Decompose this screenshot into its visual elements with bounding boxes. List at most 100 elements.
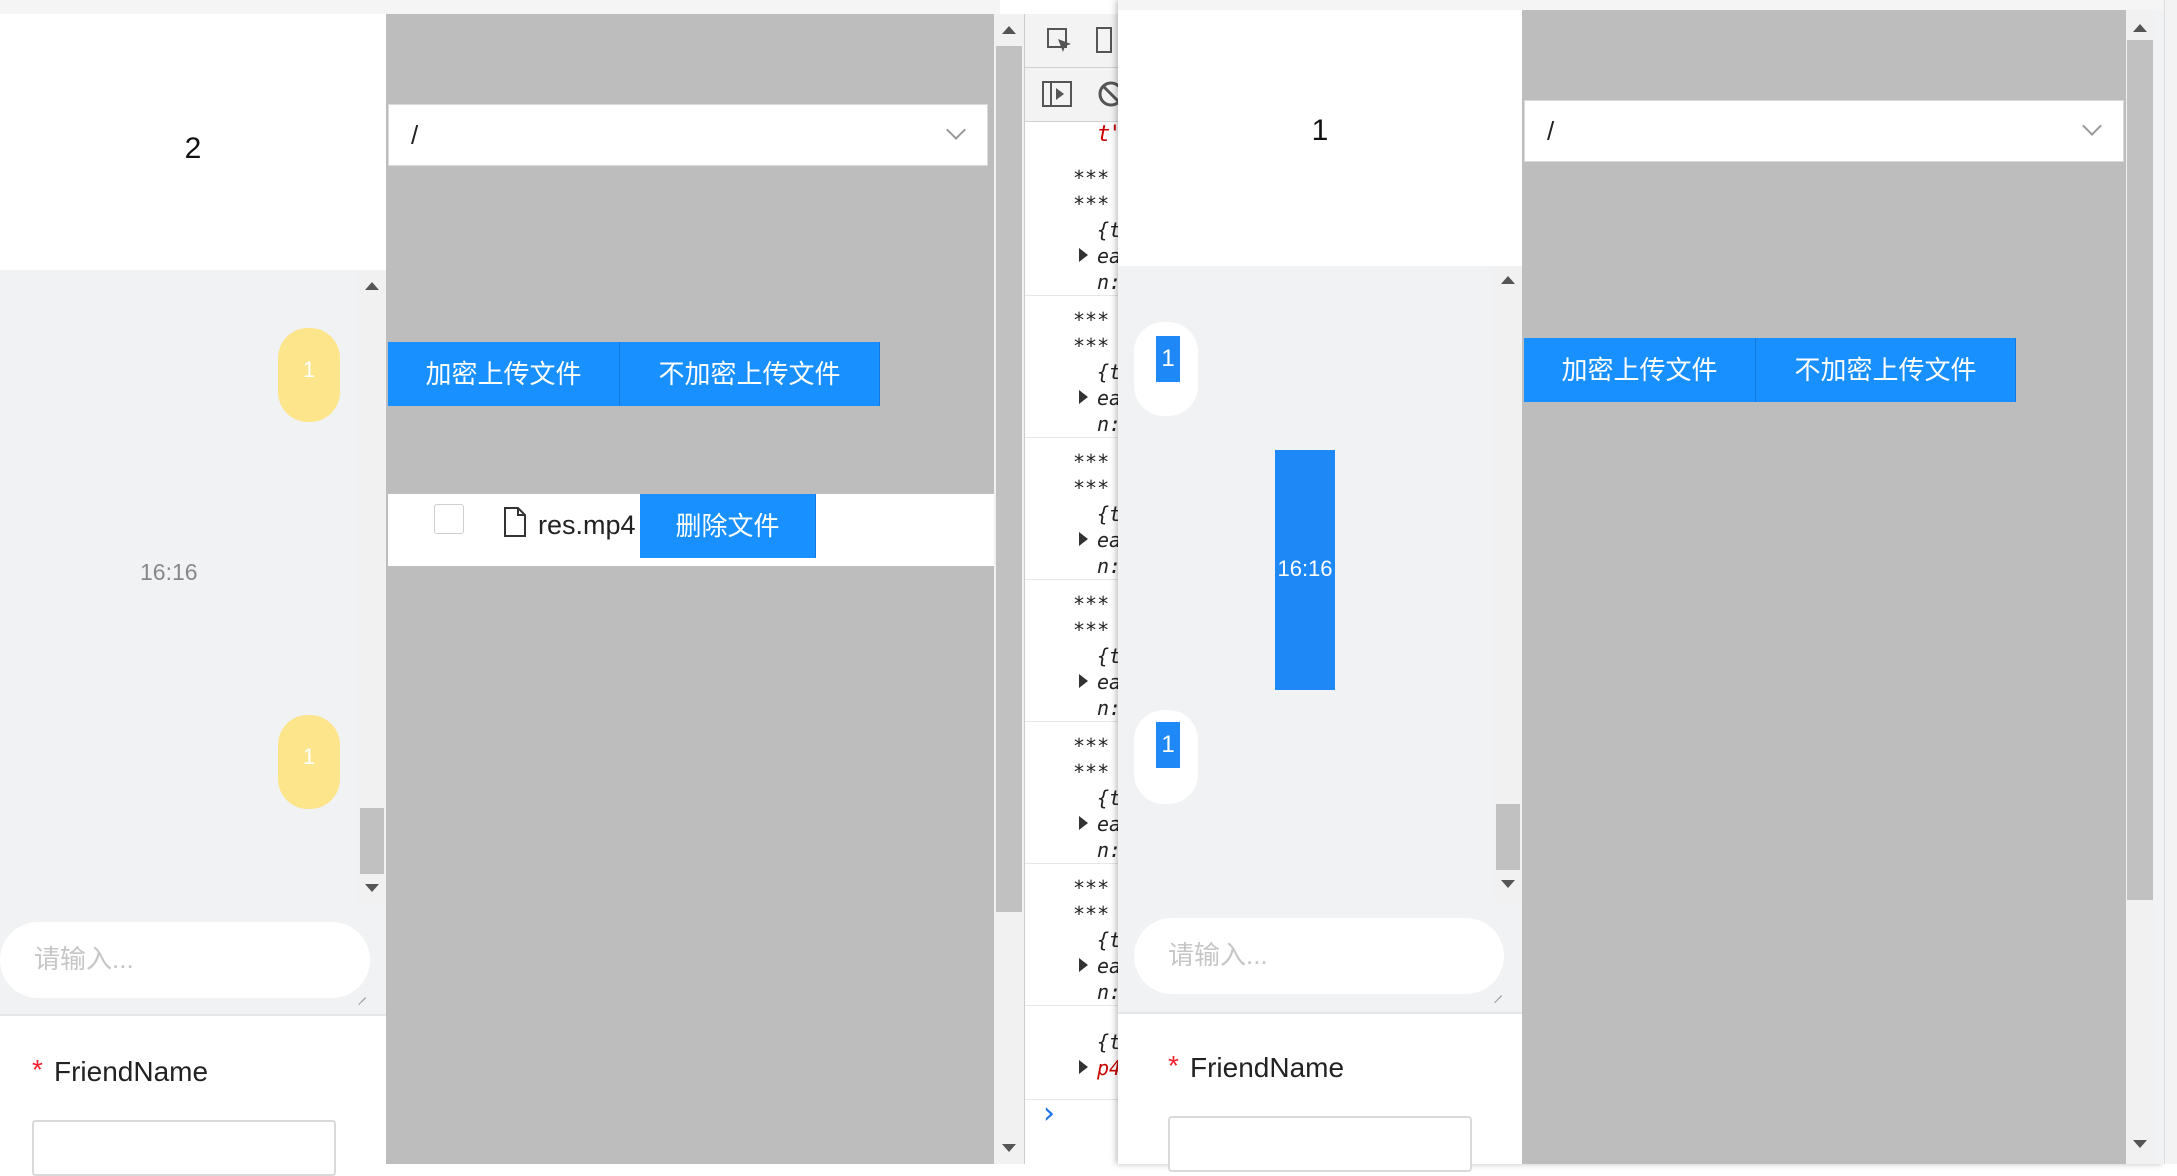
composer-area: 请输入...: [0, 906, 386, 1014]
right-edge-strip: [2164, 0, 2177, 1164]
friend-form: * FriendName: [1118, 1012, 1522, 1172]
scroll-down-arrow[interactable]: [2133, 1140, 2147, 1148]
chat-header: 2: [0, 14, 386, 270]
inspect-element-icon[interactable]: [1045, 26, 1075, 56]
resize-grip-icon[interactable]: [354, 986, 368, 1000]
entry-line: ***: [1073, 734, 1110, 758]
devtools-panel: t" *** *** {t ea n: *** *** {t ea n: ***…: [1024, 14, 1124, 1164]
entry-line: ***: [1073, 876, 1110, 900]
scroll-thumb[interactable]: [360, 808, 384, 874]
message-text: 1: [1156, 722, 1180, 768]
chat-title: 2: [184, 132, 202, 165]
path-select-value: /: [411, 120, 419, 150]
devtools-toolbar: [1025, 14, 1119, 68]
entry-line: ***: [1073, 450, 1110, 474]
scroll-up-arrow[interactable]: [365, 282, 379, 290]
required-mark: *: [32, 1054, 43, 1085]
entry-line: ***: [1073, 192, 1110, 216]
expand-triangle-icon[interactable]: [1079, 958, 1088, 972]
resize-grip-icon[interactable]: [1490, 984, 1504, 998]
friend-form: * FriendName: [0, 1014, 386, 1176]
console-entry[interactable]: *** *** {t ea n:: [1025, 580, 1121, 722]
file-name: res.mp4: [538, 510, 636, 540]
console-entry[interactable]: {t p4: [1025, 1006, 1121, 1100]
message-list[interactable]: 1 16:16 1: [1118, 266, 1522, 902]
message-time: 16:16: [1275, 450, 1335, 690]
entry-line: ***: [1073, 334, 1110, 358]
required-mark: *: [1168, 1050, 1179, 1081]
console-entry[interactable]: *** *** {t ea n:: [1025, 864, 1121, 1006]
encrypt-upload-button[interactable]: 加密上传文件: [1524, 338, 1756, 402]
message-bubble: 1: [278, 328, 340, 422]
message-bubble: 1: [1134, 710, 1198, 804]
file-row: res.mp4 删除文件: [388, 494, 994, 566]
sidebar-toggle-icon[interactable]: [1041, 80, 1073, 108]
path-select[interactable]: /: [388, 104, 988, 166]
chat-title: 1: [1311, 114, 1329, 147]
expand-triangle-icon[interactable]: [1079, 532, 1088, 546]
delete-file-button[interactable]: 删除文件: [640, 494, 816, 558]
scroll-down-arrow[interactable]: [365, 884, 379, 892]
right-top-strip: [1118, 0, 2164, 10]
message-time: 16:16: [140, 559, 198, 585]
entry-line: ***: [1073, 308, 1110, 332]
path-select[interactable]: /: [1524, 100, 2124, 162]
path-select-value: /: [1547, 116, 1555, 146]
console-entry[interactable]: *** *** {t ea n:: [1025, 438, 1121, 580]
scroll-thumb[interactable]: [996, 46, 1022, 912]
file-panel: / 加密上传文件 不加密上传文件 res.mp4 删除文件: [386, 14, 994, 1164]
plain-upload-button[interactable]: 不加密上传文件: [1756, 338, 2016, 402]
scroll-down-arrow[interactable]: [1002, 1144, 1016, 1152]
scroll-thumb[interactable]: [1496, 804, 1520, 870]
file-panel: / 加密上传文件 不加密上传文件: [1522, 10, 2126, 1164]
plain-upload-button[interactable]: 不加密上传文件: [620, 342, 880, 406]
console-entry[interactable]: *** *** {t ea n:: [1025, 722, 1121, 864]
composer-area: 请输入...: [1118, 902, 1522, 1012]
entry-line: ***: [1073, 902, 1110, 926]
device-toolbar-icon[interactable]: [1093, 26, 1113, 56]
message-bubble: 1: [1134, 322, 1198, 416]
encrypt-upload-button[interactable]: 加密上传文件: [388, 342, 620, 406]
entry-line: ***: [1073, 166, 1110, 190]
friendname-label: FriendName: [54, 1056, 209, 1087]
chat-header: 1: [1118, 10, 1522, 266]
right-window: 1 1 16:16 1 请输入... * FriendName / 加密上传文件: [1118, 0, 2164, 1172]
scroll-up-arrow[interactable]: [2133, 24, 2147, 32]
left-top-strip: [0, 0, 1000, 14]
expand-triangle-icon[interactable]: [1079, 816, 1088, 830]
message-bubble: 1: [278, 715, 340, 809]
message-time-text: 16:16: [1277, 556, 1333, 581]
file-icon: [504, 507, 526, 537]
message-input[interactable]: 请输入...: [0, 922, 370, 998]
scroll-up-arrow[interactable]: [1002, 26, 1016, 34]
chevron-down-icon: [946, 120, 966, 140]
console-toolbar: [1025, 68, 1124, 122]
friendname-input[interactable]: [32, 1120, 336, 1176]
chevron-down-icon: [2082, 116, 2102, 136]
expand-triangle-icon[interactable]: [1079, 1060, 1088, 1074]
expand-triangle-icon[interactable]: [1079, 390, 1088, 404]
scroll-up-arrow[interactable]: [1501, 276, 1515, 284]
message-input[interactable]: 请输入...: [1134, 918, 1504, 994]
console-prompt[interactable]: ›: [1043, 1096, 1055, 1131]
page-scrollbar[interactable]: [2126, 10, 2154, 1164]
console-entry[interactable]: *** *** {t ea n:: [1025, 154, 1121, 296]
message-text: 1: [1156, 336, 1180, 382]
entry-line: ***: [1073, 618, 1110, 642]
message-scrollbar[interactable]: [358, 270, 386, 906]
scroll-thumb[interactable]: [2127, 40, 2153, 900]
console-entry[interactable]: *** *** {t ea n:: [1025, 296, 1121, 438]
message-text: 1: [302, 744, 316, 769]
page-scrollbar[interactable]: [994, 14, 1024, 1164]
expand-triangle-icon[interactable]: [1079, 674, 1088, 688]
message-list[interactable]: 1 16:16 1: [0, 270, 386, 906]
message-text: 1: [302, 357, 316, 382]
entry-line: ***: [1073, 760, 1110, 784]
entry-line: ***: [1073, 592, 1110, 616]
expand-triangle-icon[interactable]: [1079, 248, 1088, 262]
file-checkbox[interactable]: [434, 504, 464, 534]
friendname-label: FriendName: [1190, 1052, 1345, 1083]
entry-line: ***: [1073, 476, 1110, 500]
message-scrollbar[interactable]: [1494, 266, 1522, 902]
scroll-down-arrow[interactable]: [1501, 880, 1515, 888]
